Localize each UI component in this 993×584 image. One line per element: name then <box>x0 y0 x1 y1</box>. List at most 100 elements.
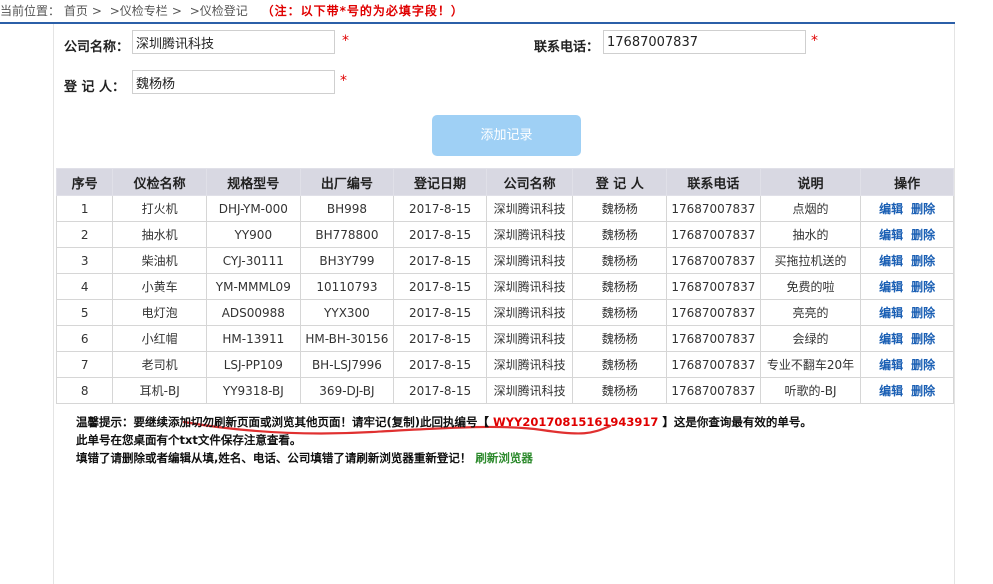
cell-name: 小黄车 <box>112 273 207 300</box>
registrant-label: 登 记 人： <box>64 80 126 95</box>
delete-link[interactable]: 删除 <box>911 228 935 242</box>
cell-registrant: 魏杨杨 <box>572 247 668 274</box>
phone-required-mark: * <box>811 33 818 49</box>
table-row: 6 小红帽 HM-13911 HM-BH-30156 2017-8-15 深圳腾讯科技 魏杨… <box>55 325 954 352</box>
cell-phone: 17687007837 <box>666 299 761 326</box>
cell-registrant: 魏杨杨 <box>572 325 668 352</box>
cell-phone: 17687007837 <box>666 377 761 404</box>
delete-link[interactable]: 删除 <box>911 306 935 320</box>
cell-serial: BH-LSJ7996 <box>299 351 395 378</box>
header-model: 规格型号 <box>206 168 301 196</box>
breadcrumb-column-link[interactable]: >仪检专栏 <box>110 4 168 18</box>
required-note: （注：以下带*号的为必填字段！） <box>261 4 464 18</box>
cell-description: 会绿的 <box>759 325 862 352</box>
registrant-required-mark: * <box>340 73 347 89</box>
table-row: 4 小黄车 YM-MMML09 10110793 2017-8-15 深圳腾讯科技 魏杨杨 1… <box>55 273 954 300</box>
edit-link[interactable]: 编辑 <box>879 280 903 294</box>
tips-line-1: 温馨提示：要继续添加切勿刷新页面或浏览其他页面！请牢记(复制)此回执编号【 WY… <box>76 413 812 431</box>
cell-registrant: 魏杨杨 <box>572 221 668 248</box>
cell-actions: 编辑 删除 <box>860 351 954 378</box>
delete-link[interactable]: 删除 <box>911 332 935 346</box>
table-row: 8 耳机-BJ YY9318-BJ 369-DJ-BJ 2017-8-15 深圳腾讯科技魏… <box>55 377 954 404</box>
edit-link[interactable]: 编辑 <box>879 202 903 216</box>
cell-serial: 369-DJ-BJ <box>299 377 395 404</box>
cell-name: 柴油机 <box>112 247 207 274</box>
cell-model: HM-13911 <box>206 325 301 352</box>
delete-link[interactable]: 删除 <box>911 358 935 372</box>
cell-description: 买拖拉机送的 <box>759 247 862 274</box>
add-record-button[interactable]: 添加记录 <box>432 115 581 156</box>
cell-phone: 17687007837 <box>666 325 761 352</box>
edit-link[interactable]: 编辑 <box>879 332 903 346</box>
cell-date: 2017-8-15 <box>393 221 487 248</box>
table-row: 2 抽水机 YY900 BH778800 2017-8-15 深圳腾讯科技 魏杨杨 17687… <box>55 221 954 248</box>
cell-date: 2017-8-15 <box>393 247 487 274</box>
cell-company: 深圳腾讯科技 <box>485 247 574 274</box>
cell-actions: 编辑 删除 <box>860 273 954 300</box>
cell-actions: 编辑 删除 <box>860 377 954 404</box>
cell-company: 深圳腾讯科技 <box>485 351 574 378</box>
edit-link[interactable]: 编辑 <box>879 228 903 242</box>
table-header-row: 序号 仪检名称 规格型号 出厂编号 登记日期 公司名称 登 记 人 联系电话 说… <box>55 168 954 196</box>
tips-line-3: 填错了请删除或者编辑从填,姓名、电话、公司填错了请刷新浏览器重新登记！ 刷新浏览… <box>76 449 812 467</box>
cell-index: 4 <box>55 273 114 300</box>
cell-registrant: 魏杨杨 <box>572 299 668 326</box>
cell-phone: 17687007837 <box>666 273 761 300</box>
cell-index: 2 <box>55 221 114 248</box>
cell-serial: BH778800 <box>299 221 395 248</box>
cell-registrant: 魏杨杨 <box>572 351 668 378</box>
cell-phone: 17687007837 <box>666 195 761 222</box>
registrant-input[interactable] <box>132 70 335 94</box>
cell-date: 2017-8-15 <box>393 299 487 326</box>
breadcrumb-home-link[interactable]: 首页 <box>64 4 88 18</box>
cell-phone: 17687007837 <box>666 221 761 248</box>
tips-block: 温馨提示：要继续添加切勿刷新页面或浏览其他页面！请牢记(复制)此回执编号【 WY… <box>76 413 812 467</box>
company-input[interactable] <box>132 30 335 54</box>
header-description: 说明 <box>759 168 862 196</box>
cell-description: 抽水的 <box>759 221 862 248</box>
table-row: 5 电灯泡 ADS00988 YYX300 2017-8-15 深圳腾讯科技 魏杨杨 1768… <box>55 299 954 326</box>
cell-name: 打火机 <box>112 195 207 222</box>
table-row: 3 柴油机 CYJ-30111 BH3Y799 2017-8-15 深圳腾讯科技 魏杨杨 17… <box>55 247 954 274</box>
cell-serial: BH998 <box>299 195 395 222</box>
phone-input[interactable] <box>603 30 806 54</box>
breadcrumb-current[interactable]: >仪检登记 <box>190 4 248 18</box>
cell-description: 点烟的 <box>759 195 862 222</box>
cell-serial: HM-BH-30156 <box>299 325 395 352</box>
edit-link[interactable]: 编辑 <box>879 358 903 372</box>
cell-actions: 编辑 删除 <box>860 221 954 248</box>
edit-link[interactable]: 编辑 <box>879 306 903 320</box>
edit-link[interactable]: 编辑 <box>879 384 903 398</box>
delete-link[interactable]: 删除 <box>911 254 935 268</box>
cell-registrant: 魏杨杨 <box>572 377 668 404</box>
breadcrumb-separator: > <box>91 4 102 18</box>
cell-date: 2017-8-15 <box>393 377 487 404</box>
cell-index: 3 <box>55 247 114 274</box>
cell-description: 免费的啦 <box>759 273 862 300</box>
cell-index: 7 <box>55 351 114 378</box>
cell-actions: 编辑 删除 <box>860 195 954 222</box>
delete-link[interactable]: 删除 <box>911 202 935 216</box>
cell-model: DHJ-YM-000 <box>206 195 301 222</box>
cell-registrant: 魏杨杨 <box>572 273 668 300</box>
cell-description: 听歌的-BJ <box>759 377 862 404</box>
cell-company: 深圳腾讯科技 <box>485 299 574 326</box>
cell-company: 深圳腾讯科技 <box>485 195 574 222</box>
cell-model: LSJ-PP109 <box>206 351 301 378</box>
edit-link[interactable]: 编辑 <box>879 254 903 268</box>
delete-link[interactable]: 删除 <box>911 384 935 398</box>
cell-model: YY9318-BJ <box>206 377 301 404</box>
cell-serial: YYX300 <box>299 299 395 326</box>
header-date: 登记日期 <box>393 168 487 196</box>
cell-actions: 编辑 删除 <box>860 299 954 326</box>
cell-name: 老司机 <box>112 351 207 378</box>
cell-date: 2017-8-15 <box>393 195 487 222</box>
cell-model: YY900 <box>206 221 301 248</box>
records-table: 序号 仪检名称 规格型号 出厂编号 登记日期 公司名称 登 记 人 联系电话 说… <box>55 168 954 404</box>
cell-date: 2017-8-15 <box>393 351 487 378</box>
cell-actions: 编辑 删除 <box>860 325 954 352</box>
delete-link[interactable]: 删除 <box>911 280 935 294</box>
cell-date: 2017-8-15 <box>393 273 487 300</box>
refresh-browser-link[interactable]: 刷新浏览器 <box>475 451 533 465</box>
cell-description: 专业不翻车20年 <box>759 351 862 378</box>
